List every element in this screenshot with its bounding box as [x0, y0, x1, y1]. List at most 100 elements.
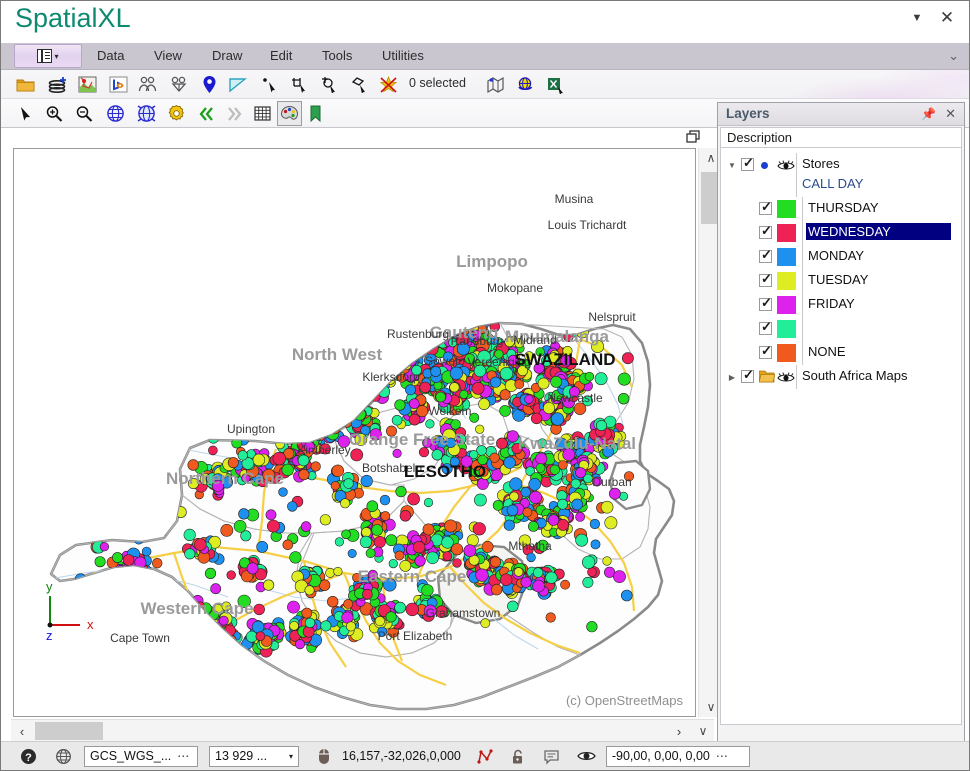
store-point[interactable] — [386, 535, 397, 546]
store-point[interactable] — [609, 488, 620, 499]
store-point[interactable] — [436, 392, 446, 402]
chevron-down-icon[interactable]: ▾ — [289, 752, 293, 761]
store-point[interactable] — [529, 491, 541, 503]
layer-tree-row[interactable]: ▶South Africa Maps — [721, 365, 961, 389]
store-point[interactable] — [618, 373, 630, 385]
store-point[interactable] — [507, 601, 518, 612]
store-point[interactable] — [415, 556, 426, 567]
zoom-in-icon[interactable] — [41, 101, 66, 126]
store-point[interactable] — [531, 413, 542, 424]
store-point[interactable] — [445, 520, 457, 532]
people-pair-icon[interactable] — [135, 72, 160, 97]
store-point[interactable] — [305, 618, 315, 628]
store-point[interactable] — [405, 385, 415, 395]
store-point[interactable] — [228, 457, 238, 467]
open-folder-icon[interactable] — [13, 72, 38, 97]
store-point[interactable] — [504, 520, 515, 531]
store-point[interactable] — [423, 524, 434, 535]
store-point[interactable] — [510, 478, 523, 491]
store-point[interactable] — [548, 515, 559, 526]
store-point[interactable] — [267, 520, 279, 532]
close-button[interactable]: ✕ — [935, 7, 959, 29]
polyline-icon[interactable] — [473, 744, 499, 768]
store-point[interactable] — [521, 577, 532, 588]
store-point[interactable] — [395, 551, 404, 560]
menu-item-edit[interactable]: Edit — [263, 43, 299, 69]
store-point[interactable] — [290, 552, 302, 564]
store-point[interactable] — [472, 382, 484, 394]
store-point[interactable] — [351, 449, 363, 461]
store-point[interactable] — [550, 465, 560, 475]
store-point[interactable] — [100, 542, 109, 551]
view-angles-field[interactable]: -90,00, 0,00, 0,00 ⋯ — [606, 746, 750, 767]
store-point[interactable] — [536, 453, 547, 464]
store-point[interactable] — [605, 517, 617, 529]
store-point[interactable] — [123, 555, 134, 566]
store-point[interactable] — [221, 524, 233, 536]
store-point[interactable] — [208, 446, 217, 455]
layer-tree-row[interactable]: TUESDAY — [721, 269, 961, 293]
store-point[interactable] — [348, 549, 356, 557]
store-point[interactable] — [408, 493, 420, 505]
store-point[interactable] — [283, 540, 293, 550]
store-point[interactable] — [400, 510, 411, 521]
store-point[interactable] — [279, 488, 288, 497]
store-point[interactable] — [424, 498, 433, 507]
application-menu-button[interactable]: ▾ — [14, 44, 82, 68]
triangle-measure-icon[interactable] — [225, 72, 250, 97]
store-point[interactable] — [334, 567, 343, 576]
store-point[interactable] — [500, 574, 512, 586]
scroll-expand-chevron-icon[interactable]: ∨ — [692, 720, 714, 742]
store-point[interactable] — [360, 536, 372, 548]
store-point[interactable] — [247, 563, 258, 574]
help-icon[interactable]: ? — [15, 744, 41, 768]
store-point[interactable] — [510, 492, 519, 501]
store-point[interactable] — [590, 519, 600, 529]
store-point[interactable] — [588, 568, 597, 577]
store-point[interactable] — [453, 559, 462, 568]
layers-tree[interactable]: ▼StoresCALL DAYTHURSDAYWEDNESDAYMONDAYTU… — [720, 148, 962, 725]
class-name-label[interactable]: FRIDAY — [808, 296, 855, 311]
store-point[interactable] — [523, 508, 532, 517]
scroll-right-arrow[interactable]: › — [668, 720, 690, 742]
store-point[interactable] — [529, 478, 541, 490]
store-point[interactable] — [152, 558, 162, 568]
layer-checkbox[interactable] — [741, 158, 754, 171]
store-point[interactable] — [551, 376, 562, 387]
store-point[interactable] — [335, 538, 344, 547]
menu-collapse-chevron-icon[interactable]: ⌄ — [948, 48, 959, 64]
store-point[interactable] — [450, 367, 463, 380]
note-icon[interactable] — [539, 744, 565, 768]
select-circle-icon[interactable] — [317, 72, 342, 97]
add-layer-icon[interactable] — [45, 72, 70, 97]
store-point[interactable] — [386, 612, 396, 622]
map-canvas[interactable]: LimpopoMpumalangaNorth WestGautengNorthe… — [14, 149, 695, 716]
class-checkbox[interactable] — [759, 202, 772, 215]
class-color-swatch[interactable] — [777, 200, 796, 218]
store-point[interactable] — [490, 557, 500, 567]
store-point[interactable] — [500, 390, 510, 400]
store-point[interactable] — [533, 568, 543, 578]
select-rectangle-icon[interactable] — [287, 72, 312, 97]
store-point[interactable] — [546, 613, 556, 623]
store-point[interactable] — [572, 499, 583, 510]
store-point[interactable] — [591, 540, 600, 549]
projection-more-button[interactable]: ⋯ — [177, 749, 190, 763]
store-point[interactable] — [256, 632, 265, 641]
store-point[interactable] — [525, 395, 534, 404]
store-point[interactable] — [427, 552, 439, 564]
gear-yellow-icon[interactable] — [164, 101, 189, 126]
layer-tree-row[interactable]: WEDNESDAY — [721, 221, 961, 245]
store-point[interactable] — [500, 405, 511, 416]
store-point[interactable] — [326, 568, 335, 577]
layer-tree-row[interactable]: FRIDAY — [721, 293, 961, 317]
store-point[interactable] — [561, 580, 570, 589]
eye-icon[interactable] — [777, 159, 795, 171]
class-checkbox[interactable] — [759, 322, 772, 335]
store-point[interactable] — [332, 465, 344, 477]
store-point[interactable] — [476, 569, 489, 582]
location-pin-icon[interactable] — [197, 72, 222, 97]
store-point[interactable] — [621, 590, 632, 601]
store-point[interactable] — [451, 544, 462, 555]
store-point[interactable] — [185, 549, 195, 559]
